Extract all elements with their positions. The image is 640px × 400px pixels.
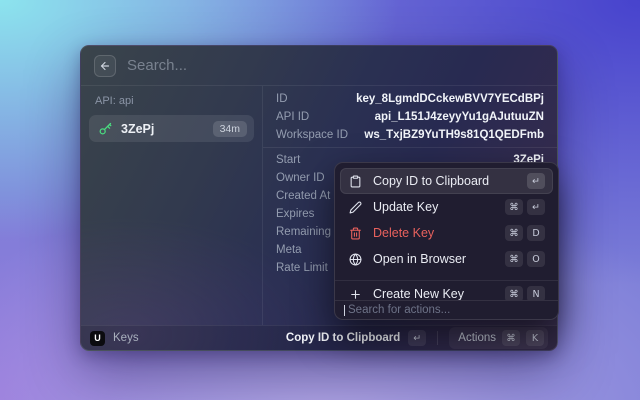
actions-button-label: Actions <box>458 332 496 344</box>
command-keycap: ⌘ <box>505 225 523 241</box>
pencil-icon <box>348 201 363 214</box>
key-icon <box>98 121 113 136</box>
letter-keycap: K <box>526 330 544 346</box>
actions-menu: Copy ID to Clipboard ↵ Update Key ⌘ ↵ <box>334 162 559 320</box>
menu-item-label: Create New Key <box>373 287 464 300</box>
detail-label: Expires <box>276 208 314 220</box>
detail-value: api_L151J4zeyyYu1gAJutuuZN <box>375 111 544 123</box>
detail-label: Created At <box>276 190 330 202</box>
detail-label: Start <box>276 154 300 166</box>
menu-item-label: Open in Browser <box>373 252 466 266</box>
detail-value: ws_TxjBZ9YuTH9s81Q1QEDFmb <box>364 129 544 141</box>
detail-label: API ID <box>276 111 309 123</box>
shortcut-keys: ⌘ D <box>505 225 545 241</box>
actions-search-input[interactable] <box>346 304 549 316</box>
letter-keycap: N <box>527 286 545 300</box>
trash-icon <box>348 227 363 240</box>
back-button[interactable] <box>94 55 116 77</box>
arrow-left-icon <box>99 60 111 72</box>
primary-action-label[interactable]: Copy ID to Clipboard <box>286 332 400 344</box>
command-palette: API: api 3ZePj 34m ID key_8LgmdDCckewBVV… <box>80 45 558 351</box>
result-item-key[interactable]: 3ZePj 34m <box>89 115 254 142</box>
enter-keycap: ↵ <box>527 173 545 189</box>
command-keycap: ⌘ <box>502 330 520 346</box>
actions-button[interactable]: Actions ⌘ K <box>449 327 548 349</box>
detail-label: Rate Limit <box>276 262 328 274</box>
details-divider <box>263 147 557 148</box>
status-bar: U Keys Copy ID to Clipboard ↵ Actions ⌘ … <box>81 325 557 350</box>
shortcut-keys: ⌘ O <box>505 251 545 267</box>
plus-icon <box>348 288 363 301</box>
result-item-label: 3ZePj <box>121 122 154 136</box>
menu-item-label: Update Key <box>373 200 438 214</box>
menu-item-create-new-key[interactable]: Create New Key ⌘ N <box>340 281 553 300</box>
menu-item-update-key[interactable]: Update Key ⌘ ↵ <box>340 194 553 220</box>
actions-search-bar <box>335 300 558 319</box>
text-cursor <box>344 305 345 316</box>
detail-label: ID <box>276 93 288 105</box>
menu-item-delete-key[interactable]: Delete Key ⌘ D <box>340 220 553 246</box>
letter-keycap: O <box>527 251 545 267</box>
shortcut-keys: ⌘ ↵ <box>505 199 545 215</box>
palette-header <box>81 46 557 86</box>
detail-row: ID key_8LgmdDCckewBVV7YECdBPj <box>276 90 544 108</box>
detail-label: Remaining <box>276 226 331 238</box>
search-input[interactable] <box>127 57 544 74</box>
actions-menu-list: Copy ID to Clipboard ↵ Update Key ⌘ ↵ <box>335 163 558 300</box>
detail-label: Workspace ID <box>276 129 348 141</box>
command-keycap: ⌘ <box>505 251 523 267</box>
menu-item-label: Delete Key <box>373 226 434 240</box>
shortcut-keys: ↵ <box>527 173 545 189</box>
results-sidebar: API: api 3ZePj 34m <box>81 86 263 325</box>
clipboard-icon <box>348 175 363 188</box>
shortcut-keys: ⌘ N <box>505 286 545 300</box>
context-label: Keys <box>113 332 139 344</box>
letter-keycap: D <box>527 225 545 241</box>
globe-icon <box>348 253 363 266</box>
menu-item-open-in-browser[interactable]: Open in Browser ⌘ O <box>340 246 553 272</box>
detail-row: API ID api_L151J4zeyyYu1gAJutuuZN <box>276 108 544 126</box>
unkey-logo: U <box>90 331 105 346</box>
result-item-badge: 34m <box>213 121 247 137</box>
enter-keycap: ↵ <box>527 199 545 215</box>
detail-label: Meta <box>276 244 302 256</box>
detail-label: Owner ID <box>276 172 325 184</box>
enter-keycap: ↵ <box>408 330 426 346</box>
section-label: API: api <box>95 95 248 107</box>
detail-row: Workspace ID ws_TxjBZ9YuTH9s81Q1QEDFmb <box>276 126 544 144</box>
menu-item-copy-id[interactable]: Copy ID to Clipboard ↵ <box>340 168 553 194</box>
status-divider <box>437 331 438 345</box>
command-keycap: ⌘ <box>505 286 523 300</box>
command-keycap: ⌘ <box>505 199 523 215</box>
menu-item-label: Copy ID to Clipboard <box>373 174 489 188</box>
detail-value: key_8LgmdDCckewBVV7YECdBPj <box>356 93 544 105</box>
